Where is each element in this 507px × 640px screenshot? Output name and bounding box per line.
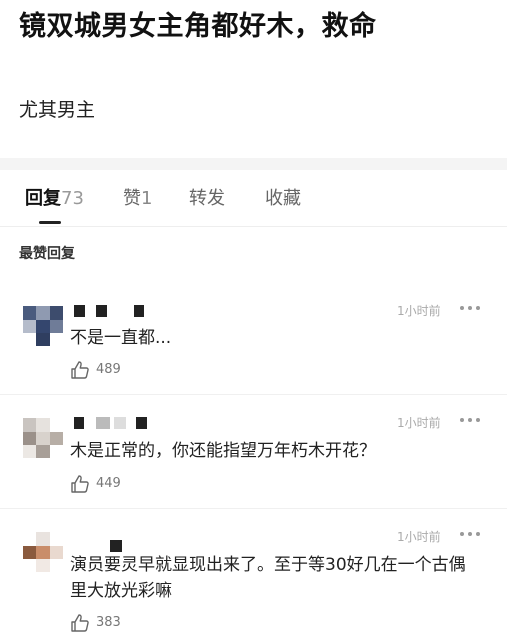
avatar[interactable] [23,306,63,346]
avatar[interactable] [23,418,63,458]
more-dots-icon[interactable] [460,418,482,424]
avatar-pixel [50,532,63,546]
avatar-pixel [36,445,50,458]
sort-label[interactable]: 最赞回复 [19,243,75,263]
tab-bar-border [0,226,507,227]
tab-reposts-label: 转发 [189,188,225,209]
avatar-pixel [50,418,63,432]
tab-reposts[interactable]: 转发 [189,184,225,210]
section-divider [0,158,507,170]
avatar-pixel [23,418,36,432]
avatar-pixel [50,445,63,458]
comment-time: 1小时前 [397,530,441,544]
thumbs-up-icon [71,614,89,632]
comment-time: 1小时前 [397,416,441,430]
tab-bar: 回复73 赞1 转发 收藏 [0,184,507,224]
post-body: 尤其男主 [19,99,96,121]
avatar-pixel [23,532,36,546]
tab-likes[interactable]: 赞1 [123,184,152,210]
avatar-pixel [36,559,50,572]
avatar-pixel [23,559,36,572]
avatar-pixel [23,546,36,559]
avatar-pixel [36,333,50,346]
tab-favorites[interactable]: 收藏 [265,184,301,210]
avatar[interactable] [23,532,63,572]
avatar-pixel [50,559,63,572]
avatar-pixel [23,320,36,333]
avatar-pixel [36,432,50,445]
more-dots-icon[interactable] [460,532,482,538]
avatar-pixel [50,320,63,333]
post-title: 镜双城男女主角都好木，救命 [19,11,377,42]
username-redacted[interactable] [74,417,174,429]
active-tab-indicator [39,221,61,224]
comment-text: 演员要灵早就显现出来了。至于等30好几在一个古偶里大放光彩嘛 [70,555,466,601]
comment-text: 木是正常的，你还能指望万年朽木开花？ [70,441,376,461]
avatar-pixel [23,432,36,445]
comment-separator [0,394,507,395]
avatar-pixel [36,418,50,432]
tab-replies-label: 回复 [25,188,61,209]
more-dots-icon[interactable] [460,306,482,312]
tab-likes-count: 1 [141,188,153,209]
thumbs-up-icon [71,361,89,379]
tab-replies[interactable]: 回复73 [25,184,84,210]
tab-likes-label: 赞 [123,188,141,209]
avatar-pixel [36,306,50,320]
tab-favorites-label: 收藏 [265,188,301,209]
like-count: 449 [96,476,121,491]
comment-time: 1小时前 [397,304,441,318]
avatar-pixel [23,445,36,458]
thumbs-up-icon [71,475,89,493]
comment-separator [0,508,507,509]
avatar-pixel [23,306,36,320]
avatar-pixel [36,320,50,333]
username-redacted[interactable] [74,540,134,552]
avatar-pixel [36,546,50,559]
comment-text: 不是一直都... [70,328,172,348]
avatar-pixel [50,306,63,320]
username-redacted[interactable] [74,305,154,317]
avatar-pixel [23,333,36,346]
tab-replies-count: 73 [61,188,84,209]
avatar-pixel [50,546,63,559]
avatar-pixel [36,532,50,546]
avatar-pixel [50,333,63,346]
like-count: 489 [96,362,121,377]
like-count: 383 [96,615,121,630]
avatar-pixel [50,432,63,445]
